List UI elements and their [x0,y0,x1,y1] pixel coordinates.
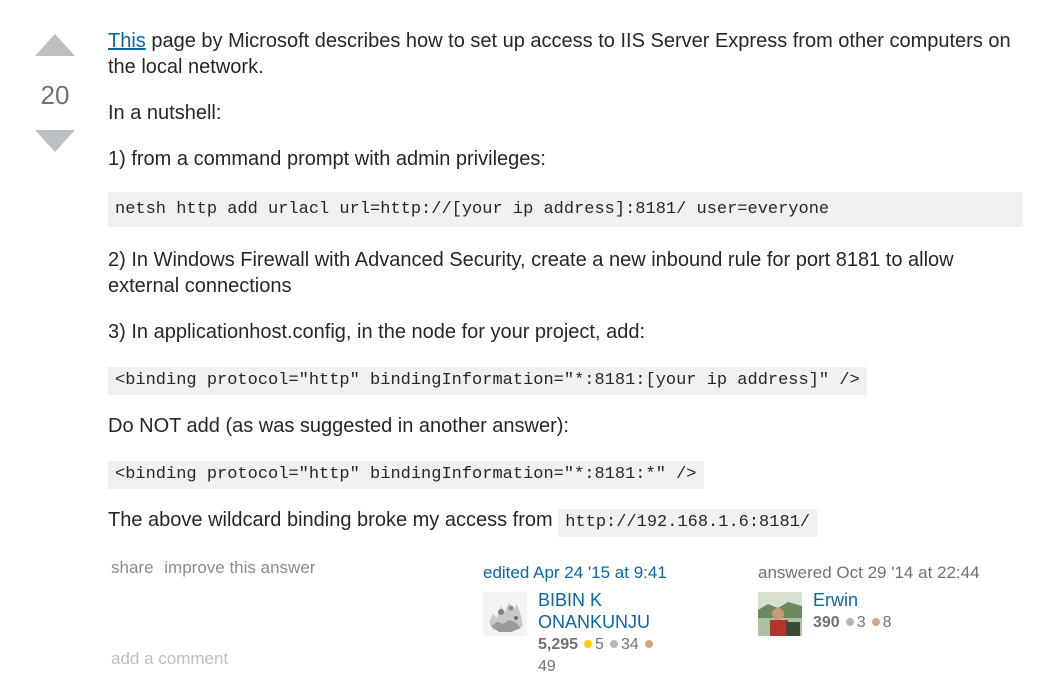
editor-reputation-line: 5,295 5 34 49 [538,634,667,678]
code-netsh: netsh http add urlacl url=http://[your i… [108,192,1023,227]
post-menu: share improve this answer [111,558,321,578]
gold-badge-icon [584,640,593,648]
editor-gold-count: 5 [595,636,604,653]
intro-text: page by Microsoft describes how to set u… [108,30,1011,78]
edited-timestamp[interactable]: edited Apr 24 '15 at 9:41 [483,562,667,584]
downvote-arrow-icon[interactable] [35,130,75,152]
code-binding-ip-wrapper: <binding protocol="http" bindingInformat… [108,365,1023,395]
answer-body: This page by Microsoft describes how to … [108,28,1023,557]
code-binding-wildcard-wrapper: <binding protocol="http" bindingInformat… [108,459,1023,489]
paragraph-wildcard: The above wildcard binding broke my acce… [108,507,1023,537]
author-bronze-badges: 8 [871,614,892,631]
code-binding-wildcard: <binding protocol="http" bindingInformat… [108,461,704,489]
code-url: http://192.168.1.6:8181/ [558,509,818,537]
microsoft-page-link[interactable]: This [108,30,146,52]
editor-silver-count: 34 [620,636,639,653]
editor-user-card: BIBIN K ONANKUNJU 5,295 5 34 49 [483,589,667,675]
bronze-badge-icon [644,640,653,648]
wildcard-text: The above wildcard binding broke my acce… [108,509,559,531]
silver-badge-icon [845,618,854,626]
author-avatar[interactable] [758,592,802,636]
editor-gold-badges: 5 [584,636,604,653]
paragraph-nutshell: In a nutshell: [108,102,222,124]
editor-reputation: 5,295 [538,636,579,653]
add-comment-link[interactable]: add a comment [111,649,228,669]
editor-signature: edited Apr 24 '15 at 9:41 BIBIN K ONANKU… [483,562,667,675]
paragraph-intro: This page by Microsoft describes how to … [108,28,1023,80]
paragraph-do-not-add: Do NOT add (as was suggested in another … [108,415,569,437]
vote-count: 20 [40,80,70,110]
author-silver-badges: 3 [845,614,866,631]
paragraph-step-2: 2) In Windows Firewall with Advanced Sec… [108,249,954,297]
editor-silver-badges: 34 [609,636,639,653]
code-binding-ip: <binding protocol="http" bindingInformat… [108,367,867,395]
improve-answer-link[interactable]: improve this answer [164,558,315,577]
author-details: Erwin 390 3 8 [813,589,892,634]
bronze-badge-icon [871,618,880,626]
paragraph-step-1: 1) from a command prompt with admin priv… [108,148,546,170]
editor-avatar[interactable] [483,592,527,636]
vote-cell: 20 [30,34,80,152]
author-signature: answered Oct 29 '14 at 22:44 Erwin 390 3 8 [758,562,980,636]
author-silver-count: 3 [856,614,866,631]
author-reputation-line: 390 3 8 [813,612,892,634]
author-name[interactable]: Erwin [813,589,892,611]
author-reputation: 390 [813,614,840,631]
paragraph-step-3: 3) In applicationhost.config, in the nod… [108,321,646,343]
editor-bronze-count: 49 [538,658,556,675]
share-link[interactable]: share [111,558,154,577]
author-user-card: Erwin 390 3 8 [758,589,980,636]
editor-name[interactable]: BIBIN K ONANKUNJU [538,589,667,633]
silver-badge-icon [609,640,618,648]
author-bronze-count: 8 [882,614,892,631]
upvote-arrow-icon[interactable] [35,34,75,56]
answered-timestamp: answered Oct 29 '14 at 22:44 [758,563,980,582]
editor-details: BIBIN K ONANKUNJU 5,295 5 34 49 [538,589,667,678]
